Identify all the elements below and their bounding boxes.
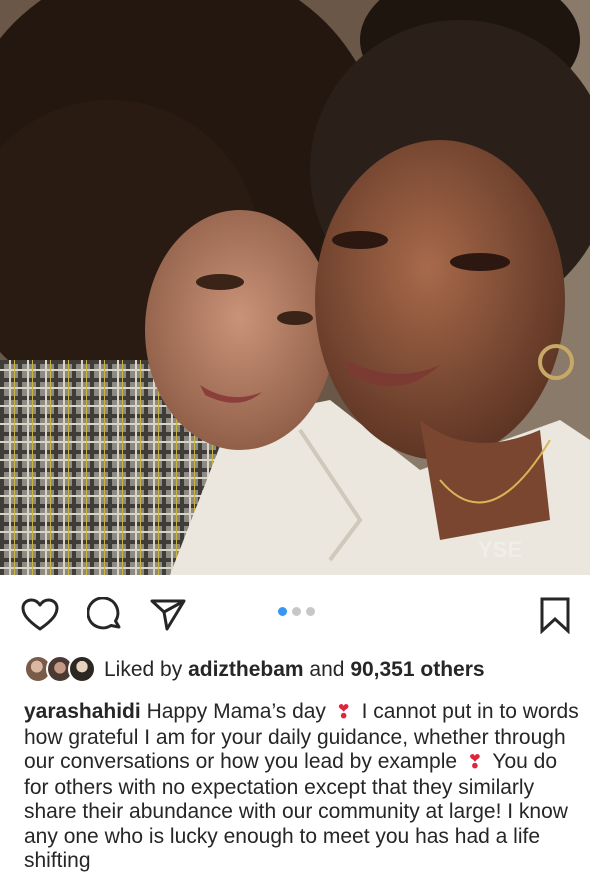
- heart-exclamation-emoji: ❣: [335, 702, 352, 723]
- like-button[interactable]: [20, 595, 60, 635]
- heart-outline-icon: [21, 598, 59, 631]
- post-caption: yarashahidi Happy Mama’s day ❣ I cannot …: [24, 700, 580, 874]
- likes-row: Liked by adizthebam and 90,351 others: [24, 654, 485, 686]
- carousel-dot-2[interactable]: [292, 607, 301, 616]
- save-button[interactable]: [535, 595, 575, 635]
- likes-middle: and: [303, 658, 351, 681]
- comment-button[interactable]: [85, 595, 125, 635]
- photo-illustration: YSE: [0, 0, 590, 575]
- paper-plane-icon: [150, 599, 186, 631]
- caption-text-1: Happy Mama’s day: [140, 700, 332, 723]
- likes-text[interactable]: Liked by adizthebam and 90,351 others: [104, 658, 485, 682]
- likes-prefix: Liked by: [104, 658, 189, 681]
- necklace-text: YSE: [478, 537, 522, 562]
- liker-avatars[interactable]: [24, 655, 98, 685]
- share-button[interactable]: [148, 595, 188, 635]
- likes-count[interactable]: 90,351 others: [350, 658, 484, 681]
- comment-icon: [87, 597, 121, 630]
- caption-username[interactable]: yarashahidi: [24, 700, 141, 723]
- carousel-indicator[interactable]: [278, 607, 315, 616]
- liker-username[interactable]: adizthebam: [188, 658, 304, 681]
- heart-exclamation-emoji: ❣: [466, 752, 483, 773]
- carousel-dot-1[interactable]: [278, 607, 287, 616]
- avatar: [68, 655, 96, 683]
- post-photo[interactable]: YSE: [0, 0, 590, 575]
- bookmark-icon: [540, 597, 570, 634]
- carousel-dot-3[interactable]: [306, 607, 315, 616]
